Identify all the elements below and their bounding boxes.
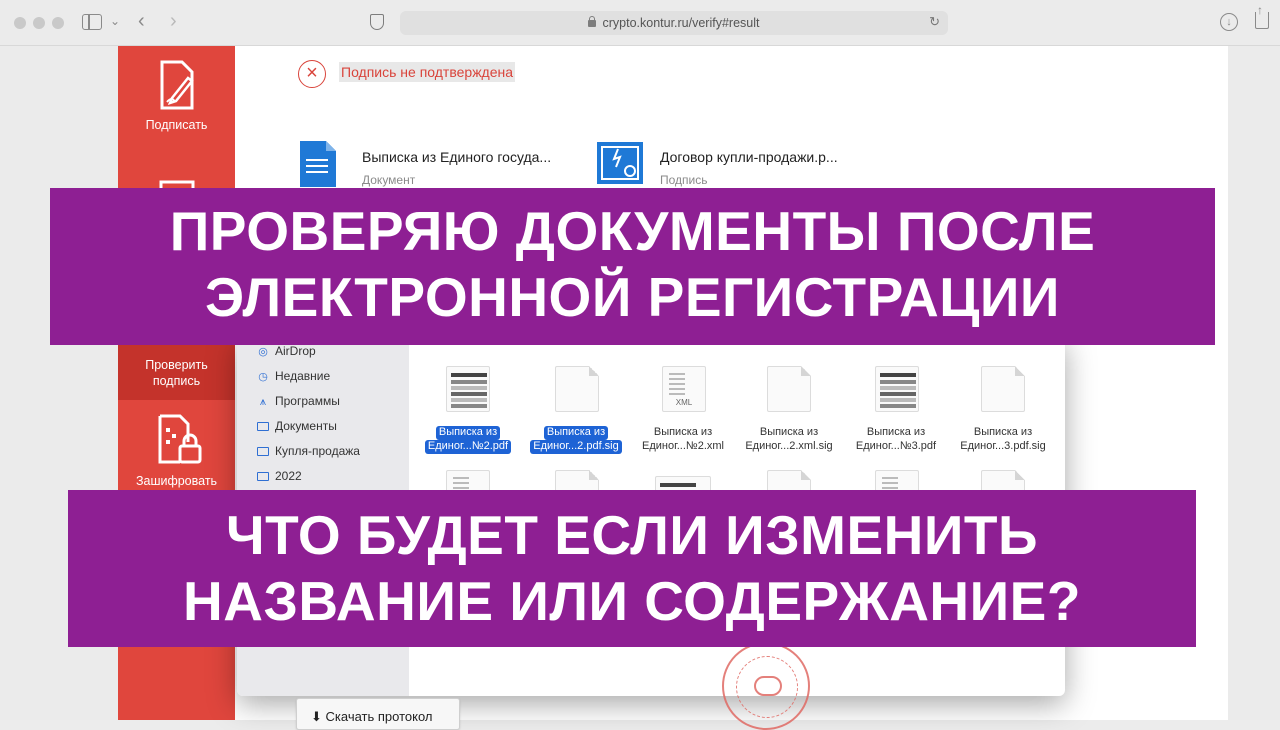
url-text: crypto.kontur.ru/verify#result [602, 16, 760, 30]
file-item[interactable]: Выписка из Единог...2.xml.sig [739, 426, 839, 454]
forward-button[interactable]: › [170, 10, 177, 33]
dialog-sidebar-label: Документы [275, 419, 337, 433]
file-name: Договор купли-продажи.p... [660, 149, 838, 165]
file-name-line2: Единог...3.pdf.sig [960, 439, 1046, 452]
file-thumbnail [875, 366, 919, 412]
file-name-line2: Единог...№2.pdf [424, 439, 512, 454]
title-banner-top: ПРОВЕРЯЮ ДОКУМЕНТЫ ПОСЛЕ ЭЛЕКТРОННОЙ РЕГ… [50, 188, 1215, 345]
banner-line: ЧТО БУДЕТ ЕСЛИ ИЗМЕНИТЬ [225, 504, 1039, 566]
file-thumbnail [767, 366, 811, 412]
dialog-sidebar-label: Недавние [275, 369, 331, 383]
downloads-icon[interactable]: ↓ [1220, 13, 1238, 31]
privacy-shield-icon[interactable] [370, 14, 384, 30]
file-item[interactable]: Выписка из Единог...№2.pdf [418, 426, 518, 454]
dialog-sidebar-item-2022[interactable]: 2022 [257, 469, 302, 483]
document-icon [300, 141, 336, 187]
file-name-line2: Единог...№2.xml [641, 439, 724, 452]
file-card-document[interactable]: Выписка из Единого госуда... Документ [298, 139, 558, 191]
dialog-sidebar-label: AirDrop [275, 344, 316, 358]
file-type: Подпись [660, 173, 708, 187]
sidebar-item-sign[interactable]: Подписать [118, 58, 235, 144]
file-name-line2: Единог...№3.pdf [855, 439, 937, 452]
apps-icon: ⩚ [259, 396, 267, 408]
sign-document-icon [160, 60, 194, 110]
dialog-sidebar-item-purchase[interactable]: Купля-продажа [257, 444, 360, 458]
file-thumbnail [446, 366, 490, 412]
encrypt-lock-icon [158, 414, 201, 464]
file-name-line1: Выписка из [973, 426, 1033, 438]
file-item[interactable]: Выписка из Единог...№3.pdf [846, 426, 946, 454]
file-card-signature[interactable]: Договор купли-продажи.p... Подпись [596, 139, 856, 191]
dialog-sidebar-label: Купля-продажа [275, 444, 360, 458]
share-icon[interactable] [1255, 3, 1269, 29]
dialog-sidebar-item-recent[interactable]: ◷ Недавние [257, 369, 330, 383]
file-thumbnail [981, 366, 1025, 412]
sidebar-item-label: Проверить подпись [145, 358, 208, 388]
download-protocol-label: Скачать протокол [325, 709, 433, 724]
download-protocol-button[interactable]: ⬇ Скачать протокол [296, 698, 460, 730]
close-window-button[interactable] [14, 17, 26, 29]
dialog-sidebar-item-apps[interactable]: ⩚ Программы [257, 394, 340, 409]
title-banner-bottom: ЧТО БУДЕТ ЕСЛИ ИЗМЕНИТЬ НАЗВАНИЕ ИЛИ СОД… [68, 490, 1196, 647]
minimize-window-button[interactable] [33, 17, 45, 29]
file-thumbnail [662, 366, 706, 412]
sidebar-item-label: Подписать [145, 118, 208, 132]
dialog-sidebar-item-airdrop[interactable]: ◎ AirDrop [257, 344, 316, 358]
lock-icon [588, 16, 597, 27]
file-name-line2: Единог...2.pdf.sig [530, 439, 622, 454]
browser-toolbar: ⌄ ‹ › crypto.kontur.ru/verify#result ↻ ↓ [0, 0, 1280, 46]
back-button[interactable]: ‹ [138, 10, 145, 33]
file-name-line1: Выписка из [543, 426, 609, 440]
verification-status: Подпись не подтверждена [339, 62, 516, 82]
dialog-sidebar-label: Программы [275, 394, 340, 408]
folder-icon [257, 472, 269, 481]
file-name: Выписка из Единого госуда... [362, 149, 552, 165]
signature-certificate-icon [597, 142, 643, 184]
address-bar[interactable]: crypto.kontur.ru/verify#result ↻ [400, 11, 948, 35]
airdrop-icon: ◎ [258, 346, 268, 358]
file-thumbnail [555, 366, 599, 412]
file-item[interactable]: Выписка из Единог...2.pdf.sig [526, 426, 626, 454]
banner-line: ПРОВЕРЯЮ ДОКУМЕНТЫ ПОСЛЕ [169, 200, 1096, 262]
banner-line: НАЗВАНИЕ ИЛИ СОДЕРЖАНИЕ? [183, 570, 1081, 632]
clock-icon: ◷ [258, 371, 268, 383]
file-name-line1: Выписка из [435, 426, 501, 440]
chevron-down-icon[interactable]: ⌄ [110, 14, 120, 28]
file-type: Документ [362, 173, 416, 187]
banner-line: ЭЛЕКТРОННОЙ РЕГИСТРАЦИИ [205, 266, 1060, 328]
dialog-sidebar-label: 2022 [275, 469, 302, 483]
folder-icon [257, 422, 269, 431]
folder-icon [257, 447, 269, 456]
sidebar-item-verify[interactable]: Проверить подпись [118, 342, 235, 400]
sidebar-item-label: Зашифровать [135, 474, 218, 488]
zoom-window-button[interactable] [52, 17, 64, 29]
file-name-line2: Единог...2.xml.sig [745, 439, 833, 452]
reload-icon[interactable]: ↻ [929, 14, 940, 30]
file-item[interactable]: Выписка из Единог...3.pdf.sig [953, 426, 1053, 454]
sidebar-toggle-icon[interactable] [82, 14, 102, 30]
cloud-icon [754, 676, 782, 696]
sidebar-item-encrypt[interactable]: Зашифровать [118, 412, 235, 492]
error-circle-icon: × [298, 60, 326, 88]
file-name-line1: Выписка из [759, 426, 819, 438]
file-item[interactable]: Выписка из Единог...№2.xml [633, 426, 733, 454]
file-name-line1: Выписка из [866, 426, 926, 438]
kontur-crypto-stamp-icon [722, 642, 810, 730]
dialog-sidebar-item-documents[interactable]: Документы [257, 419, 337, 433]
file-name-line1: Выписка из [653, 426, 713, 438]
download-icon: ⬇ [311, 709, 326, 724]
